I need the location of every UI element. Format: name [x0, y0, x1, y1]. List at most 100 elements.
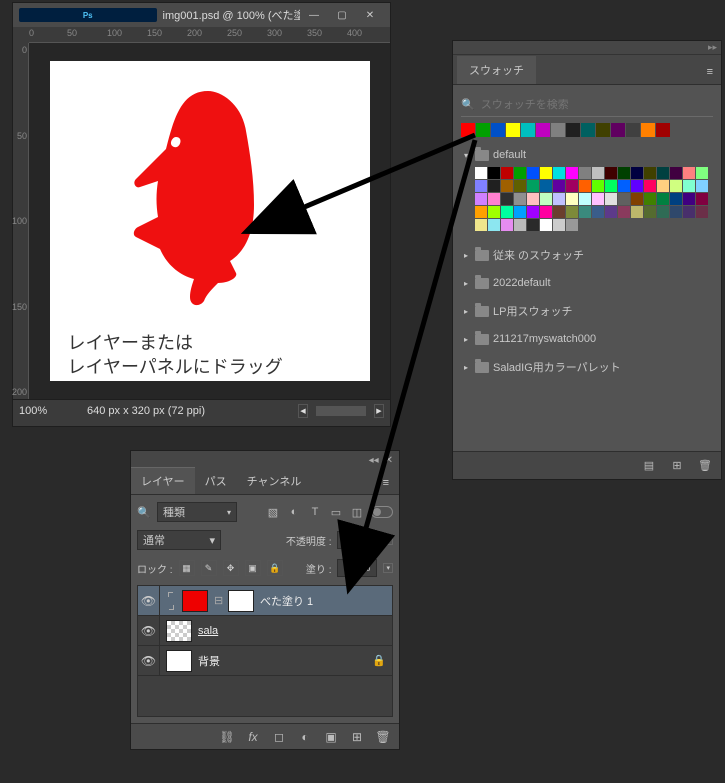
- layer-fx-button[interactable]: fx: [245, 729, 261, 745]
- layer-group-button[interactable]: ▣: [323, 729, 339, 745]
- swatch[interactable]: [581, 123, 595, 137]
- swatch[interactable]: [592, 167, 604, 179]
- swatch[interactable]: [527, 180, 539, 192]
- lock-all-button[interactable]: 🔒: [267, 560, 283, 576]
- swatch[interactable]: [536, 123, 550, 137]
- lock-artboard-button[interactable]: ▣: [245, 560, 261, 576]
- swatch[interactable]: [527, 193, 539, 205]
- layer-background[interactable]: 👁 背景 🔒: [138, 646, 392, 676]
- swatch[interactable]: [488, 219, 500, 231]
- swatch[interactable]: [670, 167, 682, 179]
- visibility-toggle[interactable]: 👁: [138, 586, 160, 615]
- canvas-area[interactable]: レイヤーまたは レイヤーパネルにドラッグ: [29, 43, 390, 399]
- layer-solid-fill[interactable]: 👁 ⊟ べた塗り 1: [138, 586, 392, 616]
- swatch[interactable]: [683, 206, 695, 218]
- swatch[interactable]: [475, 167, 487, 179]
- swatch[interactable]: [618, 193, 630, 205]
- layer-fill-thumb[interactable]: [182, 590, 208, 612]
- swatch[interactable]: [501, 167, 513, 179]
- swatch[interactable]: [527, 167, 539, 179]
- swatch[interactable]: [514, 206, 526, 218]
- swatch[interactable]: [596, 123, 610, 137]
- group-header[interactable]: ▸ 211217myswatch000: [461, 331, 713, 347]
- swatch[interactable]: [631, 180, 643, 192]
- swatch[interactable]: [553, 193, 565, 205]
- swatch[interactable]: [506, 123, 520, 137]
- swatch[interactable]: [696, 206, 708, 218]
- layer-thumb[interactable]: [166, 650, 192, 672]
- swatch[interactable]: [540, 219, 552, 231]
- delete-swatch-button[interactable]: 🗑: [697, 458, 713, 474]
- nav-left-button[interactable]: ◀: [298, 404, 308, 418]
- close-panel-button[interactable]: ✕: [385, 455, 393, 466]
- group-header[interactable]: ▸ LP用スウォッチ: [461, 301, 713, 321]
- swatch[interactable]: [527, 219, 539, 231]
- swatch[interactable]: [540, 180, 552, 192]
- swatch[interactable]: [514, 180, 526, 192]
- swatch[interactable]: [592, 193, 604, 205]
- swatch[interactable]: [521, 123, 535, 137]
- swatch[interactable]: [696, 193, 708, 205]
- swatch[interactable]: [491, 123, 505, 137]
- fill-value[interactable]: 100%: [337, 559, 377, 577]
- minimize-button[interactable]: —: [300, 5, 328, 25]
- panel-menu-button[interactable]: ≡: [699, 60, 721, 84]
- document-titlebar[interactable]: Ps img001.psd @ 100% (べた塗り 1, RGB/8#) * …: [13, 3, 390, 27]
- fill-chevron[interactable]: ▾: [383, 563, 393, 573]
- swatch[interactable]: [605, 206, 617, 218]
- swatch[interactable]: [566, 123, 580, 137]
- swatch[interactable]: [605, 167, 617, 179]
- swatch[interactable]: [553, 167, 565, 179]
- swatch[interactable]: [657, 167, 669, 179]
- visibility-toggle[interactable]: 👁: [138, 616, 160, 645]
- swatch[interactable]: [644, 206, 656, 218]
- filter-shape-icon[interactable]: ▭: [329, 505, 343, 519]
- swatch[interactable]: [618, 206, 630, 218]
- swatch[interactable]: [488, 193, 500, 205]
- filter-pixel-icon[interactable]: ▧: [266, 505, 280, 519]
- layer-name[interactable]: sala: [198, 625, 386, 637]
- swatch[interactable]: [696, 180, 708, 192]
- swatch[interactable]: [488, 206, 500, 218]
- swatch[interactable]: [540, 193, 552, 205]
- group-header[interactable]: ▸ SaladIG用カラーパレット: [461, 357, 713, 377]
- swatch[interactable]: [611, 123, 625, 137]
- swatch[interactable]: [656, 123, 670, 137]
- swatch[interactable]: [657, 180, 669, 192]
- delete-layer-button[interactable]: 🗑: [375, 729, 391, 745]
- swatch[interactable]: [631, 193, 643, 205]
- tab-swatches[interactable]: スウォッチ: [457, 56, 536, 84]
- link-layers-button[interactable]: ⛓: [219, 729, 235, 745]
- swatch[interactable]: [566, 206, 578, 218]
- swatch[interactable]: [644, 167, 656, 179]
- swatch[interactable]: [579, 167, 591, 179]
- tab-layers[interactable]: レイヤー: [131, 467, 195, 494]
- swatch-search[interactable]: 🔍: [461, 93, 713, 117]
- swatch[interactable]: [540, 167, 552, 179]
- swatch[interactable]: [657, 206, 669, 218]
- layer-thumb[interactable]: [166, 620, 192, 642]
- swatch[interactable]: [475, 206, 487, 218]
- panel-menu-button[interactable]: ≡: [373, 471, 399, 494]
- swatch[interactable]: [644, 193, 656, 205]
- swatch[interactable]: [501, 219, 513, 231]
- layer-list[interactable]: 👁 ⊟ べた塗り 1 👁 sala 👁 背景 🔒: [137, 585, 393, 717]
- layer-name[interactable]: べた塗り 1: [260, 593, 386, 609]
- swatch[interactable]: [553, 180, 565, 192]
- swatch[interactable]: [644, 180, 656, 192]
- swatch[interactable]: [488, 180, 500, 192]
- swatch[interactable]: [501, 193, 513, 205]
- swatch-search-input[interactable]: [481, 99, 713, 111]
- layer-mask-button[interactable]: ◻: [271, 729, 287, 745]
- swatch[interactable]: [566, 219, 578, 231]
- visibility-toggle[interactable]: 👁: [138, 646, 160, 675]
- swatch[interactable]: [670, 206, 682, 218]
- layer-smart-object[interactable]: 👁 sala: [138, 616, 392, 646]
- filter-adjust-icon[interactable]: ◐: [287, 505, 301, 519]
- collapse-icon[interactable]: ◂◂: [369, 455, 379, 466]
- lock-paint-button[interactable]: ✎: [201, 560, 217, 576]
- adjustment-layer-button[interactable]: ◐: [297, 729, 313, 745]
- swatch[interactable]: [670, 180, 682, 192]
- swatch[interactable]: [527, 206, 539, 218]
- swatch[interactable]: [592, 206, 604, 218]
